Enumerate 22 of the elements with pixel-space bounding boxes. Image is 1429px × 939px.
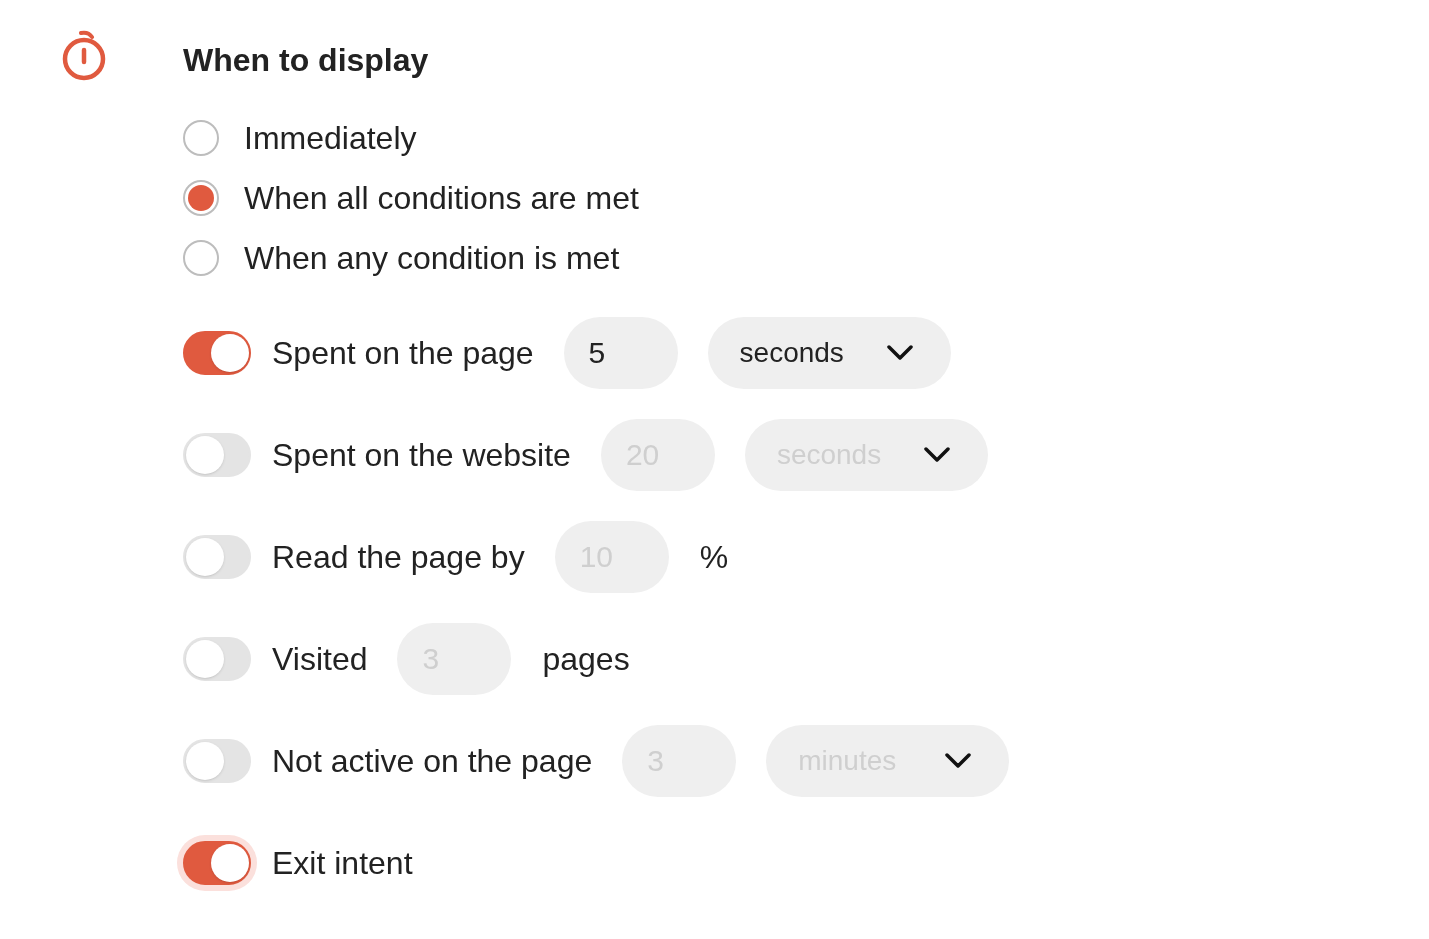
condition-label: Read the page by [272, 538, 525, 577]
unit-label: pages [542, 640, 630, 679]
condition-label: Spent on the website [272, 436, 571, 475]
chevron-down-icon [945, 753, 972, 769]
radio-button[interactable] [183, 120, 219, 156]
condition-label: Not active on the page [272, 742, 593, 781]
chevron-down-icon [886, 345, 913, 361]
radio-label: Immediately [244, 119, 417, 158]
radio-button[interactable] [183, 240, 219, 276]
radio-label: When all conditions are met [244, 179, 639, 218]
section-title: When to display [183, 41, 430, 80]
unit-dropdown[interactable]: seconds [707, 317, 951, 389]
radio-button[interactable] [183, 180, 219, 216]
condition-label: Spent on the page [272, 334, 534, 373]
condition-label: Exit intent [272, 844, 413, 883]
toggle-switch[interactable] [177, 835, 257, 891]
stopwatch-icon [61, 30, 107, 82]
number-field[interactable]: 5 [563, 317, 678, 389]
chevron-down-icon [923, 447, 950, 463]
radio-label: When any condition is met [244, 239, 620, 278]
unit-label: % [699, 538, 729, 577]
condition-label: Visited [272, 640, 368, 679]
